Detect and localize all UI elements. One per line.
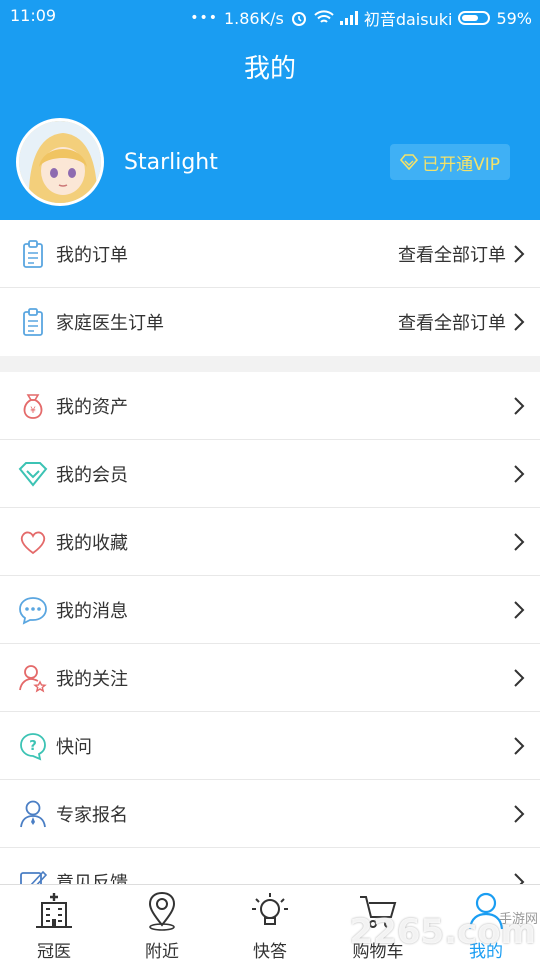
chevron-right-icon xyxy=(514,313,525,331)
tab-label: 冠医 xyxy=(37,942,71,960)
row-label: 我的订单 xyxy=(56,244,128,266)
edit-icon xyxy=(20,870,48,884)
chevron-right-icon xyxy=(514,805,525,823)
money-bag-icon: ¥ xyxy=(23,394,43,419)
quick-ask-row[interactable]: ? 快问 xyxy=(0,712,540,780)
family-doctor-orders-row[interactable]: 家庭医生订单 查看全部订单 xyxy=(0,288,540,356)
question-icon: ? xyxy=(20,733,46,761)
my-favorites-row[interactable]: 我的收藏 xyxy=(0,508,540,576)
svg-text:¥: ¥ xyxy=(30,406,36,416)
chevron-right-icon xyxy=(514,245,525,263)
chevron-right-icon xyxy=(514,465,525,483)
chat-bubble-icon xyxy=(19,597,47,625)
carrier-name: 初音daisuki xyxy=(363,10,453,29)
battery-percent: 59% xyxy=(496,8,532,28)
chevron-right-icon xyxy=(514,533,525,551)
profile-header: 11:09 ••• 1.86K/s 初音daisuki 59% 我的 Starl… xyxy=(0,0,540,220)
username: Starlight xyxy=(124,150,218,175)
view-all-orders-link[interactable]: 查看全部订单 xyxy=(398,309,506,335)
avatar-image xyxy=(19,121,101,203)
row-label: 我的关注 xyxy=(56,668,128,690)
row-label: 我的消息 xyxy=(56,600,128,622)
svg-text:?: ? xyxy=(29,739,37,754)
status-right: ••• 1.86K/s 初音daisuki 59% xyxy=(190,6,532,30)
wifi-icon xyxy=(314,10,334,23)
tab-quick-answer[interactable]: 快答 xyxy=(216,885,324,960)
my-messages-row[interactable]: 我的消息 xyxy=(0,576,540,644)
chevron-right-icon xyxy=(514,737,525,755)
status-bar: 11:09 ••• 1.86K/s 初音daisuki 59% xyxy=(0,0,540,32)
row-label: 我的会员 xyxy=(56,464,128,486)
row-label: 家庭医生订单 xyxy=(56,313,164,334)
chevron-right-icon xyxy=(514,601,525,619)
user-star-icon xyxy=(19,665,47,693)
vip-label: 已开通VIP xyxy=(422,154,500,175)
watermark-logo: 2265.com xyxy=(349,912,537,952)
row-label: 我的收藏 xyxy=(56,532,128,554)
signal-icon xyxy=(339,11,358,25)
location-icon xyxy=(148,891,176,931)
lightbulb-icon xyxy=(252,893,288,925)
heart-icon xyxy=(20,531,46,555)
vip-badge[interactable]: 已开通VIP xyxy=(390,144,510,180)
alarm-icon xyxy=(291,12,306,26)
network-speed: 1.86K/s xyxy=(223,8,284,28)
menu-group: ¥ 我的资产 我的会员 我的收藏 我的消息 我的关注 ? 快问 专家报名 意见反… xyxy=(0,372,540,884)
row-label: 我的资产 xyxy=(56,396,128,418)
chevron-right-icon xyxy=(514,397,525,415)
clipboard-icon xyxy=(23,240,43,268)
expert-icon xyxy=(20,800,46,828)
chevron-right-icon xyxy=(514,873,525,884)
my-assets-row[interactable]: ¥ 我的资产 xyxy=(0,372,540,440)
tab-label: 快答 xyxy=(253,942,287,960)
tab-home[interactable]: 冠医 xyxy=(0,885,108,960)
my-following-row[interactable]: 我的关注 xyxy=(0,644,540,712)
my-membership-row[interactable]: 我的会员 xyxy=(0,440,540,508)
hospital-icon xyxy=(36,893,72,928)
diamond-icon xyxy=(400,154,419,170)
row-label: 快问 xyxy=(56,736,92,758)
status-dots: ••• xyxy=(190,10,218,26)
row-label: 意见反馈 xyxy=(56,873,128,884)
status-time: 11:09 xyxy=(10,6,57,25)
clipboard-icon xyxy=(23,308,43,336)
feedback-row[interactable]: 意见反馈 xyxy=(0,848,540,884)
my-orders-row[interactable]: 我的订单 查看全部订单 xyxy=(0,220,540,288)
tab-label: 附近 xyxy=(145,942,179,960)
row-label: 专家报名 xyxy=(56,804,128,826)
orders-group: 我的订单 查看全部订单 家庭医生订单 查看全部订单 xyxy=(0,220,540,356)
chevron-right-icon xyxy=(514,669,525,687)
diamond-icon xyxy=(18,462,48,487)
avatar[interactable] xyxy=(16,118,104,206)
tab-nearby[interactable]: 附近 xyxy=(108,885,216,960)
view-all-orders-link[interactable]: 查看全部订单 xyxy=(398,241,506,267)
page-title: 我的 xyxy=(243,54,296,84)
battery-icon xyxy=(458,11,491,25)
expert-signup-row[interactable]: 专家报名 xyxy=(0,780,540,848)
